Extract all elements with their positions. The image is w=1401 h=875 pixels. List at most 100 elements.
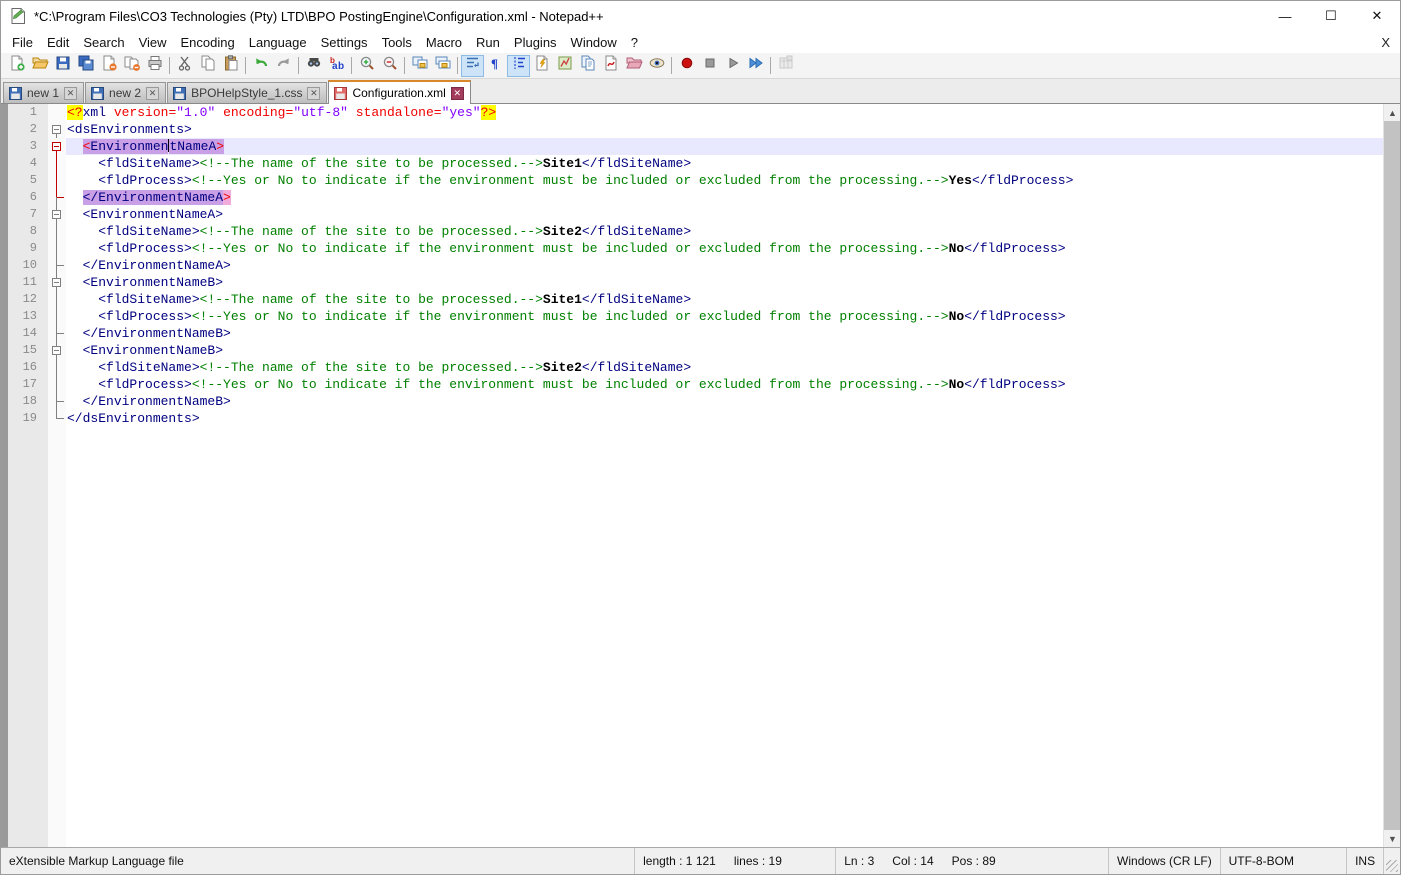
document-map-button[interactable]	[553, 55, 576, 77]
paste-button[interactable]	[219, 55, 242, 77]
line-number: 9	[8, 240, 48, 257]
save-all-button[interactable]	[74, 55, 97, 77]
resize-grip[interactable]	[1383, 848, 1400, 874]
scrollbar-thumb[interactable]	[1384, 121, 1400, 830]
toolbar-separator	[404, 57, 405, 74]
tab-close-icon[interactable]: ✕	[307, 87, 320, 100]
indent-guide-button[interactable]	[507, 55, 530, 77]
line-number: 2	[8, 121, 48, 138]
code-text[interactable]: </dsEnvironments>	[66, 410, 1400, 427]
new-file-button[interactable]	[5, 55, 28, 77]
status-eol-format[interactable]: Windows (CR LF)	[1108, 848, 1220, 874]
line-number: 11	[8, 274, 48, 291]
code-text[interactable]: </EnvironmentNameB>	[66, 393, 1400, 410]
menu-run[interactable]: Run	[469, 33, 507, 52]
menu-plugins[interactable]: Plugins	[507, 33, 564, 52]
status-insert-mode[interactable]: INS	[1346, 848, 1383, 874]
cut-icon	[176, 54, 194, 77]
macro-save-button[interactable]	[774, 55, 797, 77]
tab-configuration-xml[interactable]: Configuration.xml ✕	[328, 80, 470, 104]
menu-edit[interactable]: Edit	[40, 33, 76, 52]
fold-marker[interactable]	[48, 138, 66, 155]
menu-settings[interactable]: Settings	[314, 33, 375, 52]
code-text[interactable]: <EnvironmentNameA>	[66, 138, 1400, 155]
code-line-11: 11 <EnvironmentNameB>	[8, 274, 1400, 291]
menu-tools[interactable]: Tools	[375, 33, 419, 52]
scroll-up-arrow-icon[interactable]: ▲	[1384, 104, 1400, 121]
code-text[interactable]: <fldSiteName><!--The name of the site to…	[66, 155, 1400, 172]
monitoring-button[interactable]	[645, 55, 668, 77]
code-text[interactable]: </EnvironmentNameB>	[66, 325, 1400, 342]
fold-marker[interactable]	[48, 342, 66, 359]
fold-marker[interactable]	[48, 121, 66, 138]
close-all-button[interactable]	[120, 55, 143, 77]
code-text[interactable]: <fldSiteName><!--The name of the site to…	[66, 291, 1400, 308]
macro-record-button[interactable]	[675, 55, 698, 77]
undo-button[interactable]	[249, 55, 272, 77]
code-text[interactable]: <EnvironmentNameA>	[66, 206, 1400, 223]
find-button[interactable]	[302, 55, 325, 77]
tab-new-1[interactable]: new 1✕	[3, 82, 84, 103]
status-encoding[interactable]: UTF-8-BOM	[1220, 848, 1346, 874]
saved-file-icon	[91, 87, 104, 100]
tab-label: Configuration.xml	[352, 86, 445, 100]
code-text[interactable]: <fldProcess><!--Yes or No to indicate if…	[66, 240, 1400, 257]
menu-macro[interactable]: Macro	[419, 33, 469, 52]
maximize-button[interactable]: ☐	[1308, 1, 1354, 31]
zoom-in-button[interactable]	[355, 55, 378, 77]
fold-margin-cell	[48, 393, 66, 410]
macro-stop-button[interactable]	[698, 55, 721, 77]
code-text[interactable]: <EnvironmentNameB>	[66, 342, 1400, 359]
tab-bpohelpstyle-1-css[interactable]: BPOHelpStyle_1.css✕	[167, 82, 327, 103]
document-peek-button[interactable]	[599, 55, 622, 77]
tab-close-icon[interactable]: ✕	[146, 87, 159, 100]
editor-surface[interactable]: 1 <?xml version="1.0" encoding="utf-8" st…	[8, 104, 1400, 847]
cut-button[interactable]	[173, 55, 196, 77]
code-text[interactable]: <fldSiteName><!--The name of the site to…	[66, 223, 1400, 240]
tab-new-2[interactable]: new 2✕	[85, 82, 166, 103]
folder-as-workspace-button[interactable]	[622, 55, 645, 77]
code-text[interactable]: <fldSiteName><!--The name of the site to…	[66, 359, 1400, 376]
tab-close-icon[interactable]: ✕	[64, 87, 77, 100]
code-text[interactable]: <fldProcess><!--Yes or No to indicate if…	[66, 172, 1400, 189]
menu-encoding[interactable]: Encoding	[174, 33, 242, 52]
document-close-x[interactable]: X	[1371, 35, 1400, 50]
sync-vertical-scroll-button[interactable]	[408, 55, 431, 77]
macro-run-multiple-button[interactable]	[744, 55, 767, 77]
redo-button[interactable]	[272, 55, 295, 77]
vertical-scrollbar[interactable]: ▲ ▼	[1383, 104, 1400, 847]
document-list-button[interactable]	[576, 55, 599, 77]
scroll-down-arrow-icon[interactable]: ▼	[1384, 830, 1400, 847]
word-wrap-button[interactable]	[461, 55, 484, 77]
menu-file[interactable]: File	[5, 33, 40, 52]
macro-play-button[interactable]	[721, 55, 744, 77]
menu-view[interactable]: View	[132, 33, 174, 52]
fold-marker[interactable]	[48, 274, 66, 291]
sync-horizontal-scroll-button[interactable]	[431, 55, 454, 77]
code-text[interactable]: <fldProcess><!--Yes or No to indicate if…	[66, 308, 1400, 325]
menu-window[interactable]: Window	[564, 33, 624, 52]
print-button[interactable]	[143, 55, 166, 77]
code-text[interactable]: <?xml version="1.0" encoding="utf-8" sta…	[66, 104, 1400, 121]
code-text[interactable]: <fldProcess><!--Yes or No to indicate if…	[66, 376, 1400, 393]
save-file-button[interactable]	[51, 55, 74, 77]
close-file-button[interactable]	[97, 55, 120, 77]
line-number: 1	[8, 104, 48, 121]
show-all-characters-button[interactable]: ¶	[484, 55, 507, 77]
fold-marker[interactable]	[48, 206, 66, 223]
code-text[interactable]: </EnvironmentNameA>	[66, 257, 1400, 274]
menu-search[interactable]: Search	[76, 33, 131, 52]
function-list-button[interactable]	[530, 55, 553, 77]
minimize-button[interactable]: —	[1262, 1, 1308, 31]
open-file-button[interactable]	[28, 55, 51, 77]
tab-close-icon[interactable]: ✕	[451, 87, 464, 100]
code-text[interactable]: <dsEnvironments>	[66, 121, 1400, 138]
menu-language[interactable]: Language	[242, 33, 314, 52]
zoom-out-button[interactable]	[378, 55, 401, 77]
menu-help[interactable]: ?	[624, 33, 645, 52]
close-button[interactable]: ✕	[1354, 1, 1400, 31]
copy-button[interactable]	[196, 55, 219, 77]
replace-button[interactable]: bab	[325, 55, 348, 77]
code-text[interactable]: </EnvironmentNameA>	[66, 189, 1400, 206]
code-text[interactable]: <EnvironmentNameB>	[66, 274, 1400, 291]
